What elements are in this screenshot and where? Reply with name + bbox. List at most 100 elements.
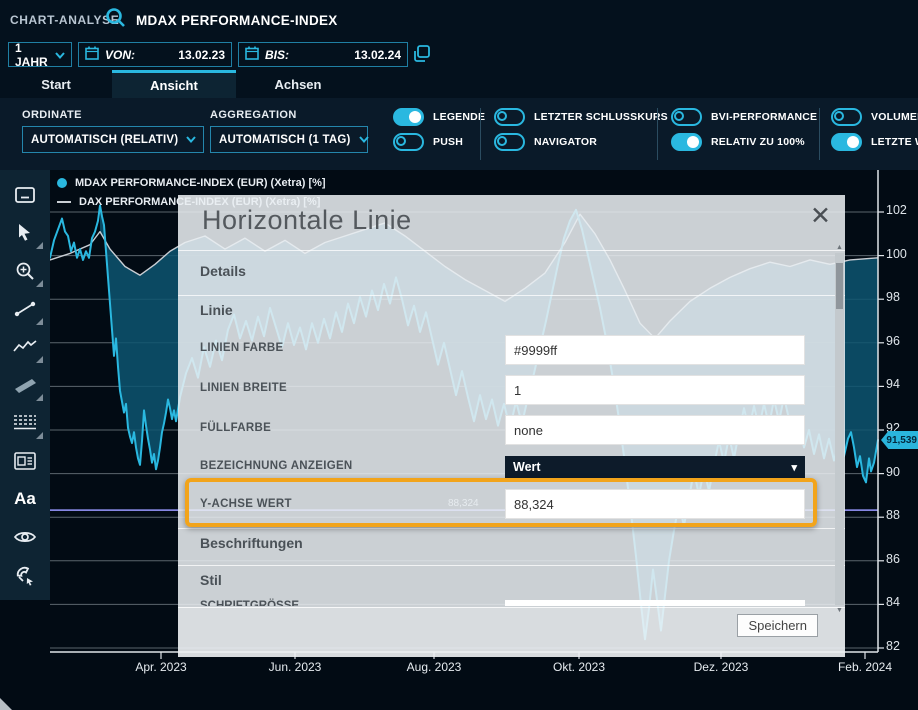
dialog-title: Horizontale Linie [202,205,412,236]
ordinate-select[interactable]: AUTOMATISCH (RELATIV) [22,126,204,153]
date-from-label: VON: [105,48,135,62]
search-bar[interactable]: MDAX PERFORMANCE-INDEX [104,6,338,35]
line-tool-icon[interactable] [5,290,45,328]
legend-item-mdax[interactable]: MDAX PERFORMANCE-INDEX (EUR) (Xetra) [%] [57,175,326,190]
toggle-label: PUSH [433,136,463,148]
toggle-switch[interactable] [831,108,862,126]
date-to-field[interactable]: BIS: 13.02.24 [238,42,408,67]
app-title: CHART-ANALYSE [10,13,119,27]
schriftgroesse-label: SCHRIFTGRÖSSE [200,600,299,606]
dialog-footer: Speichern [178,607,845,657]
dialog-scrollbar[interactable]: ▲ ▼ [835,253,844,605]
eye-tool-icon[interactable] [5,518,45,556]
toggle-letzter-schlusskurs[interactable]: LETZTER SCHLUSSKURS [494,108,668,126]
date-controls: 1 JAHR VON: 13.02.23 BIS: 13.02.24 [0,40,918,70]
channel-tool-icon[interactable] [5,366,45,404]
toggle-relativ-100[interactable]: RELATIV ZU 100% [671,133,817,151]
toggle-switch[interactable] [671,133,702,151]
search-icon [104,6,128,35]
highlight-outline [185,478,817,527]
bezeichnung-anzeigen-label: BEZEICHNUNG ANZEIGEN [200,460,353,472]
compare-copy-icon[interactable] [412,44,432,69]
toggle-label: RELATIV ZU 100% [711,136,805,148]
scroll-down-icon[interactable]: ▼ [835,607,844,614]
date-from-value: 13.02.23 [178,48,225,62]
toggle-switch[interactable] [494,133,525,151]
period-select[interactable]: 1 JAHR [8,42,72,67]
toggle-switch[interactable] [831,133,862,151]
aggregation-label: AGGREGATION [210,109,297,121]
toggle-bvi-performance[interactable]: BVI-PERFORMANCE [671,108,817,126]
tool-sidebar: Aa [0,170,50,600]
period-value: 1 JAHR [15,41,49,69]
last-value-badge: 91,539 [881,431,918,449]
tab-ansicht[interactable]: Ansicht [112,70,236,98]
toggle-switch[interactable] [494,108,525,126]
tab-bar: Start Ansicht Achsen [0,70,918,98]
date-to-value: 13.02.24 [354,48,401,62]
submenu-corner-icon [36,242,43,249]
scrollbar-thumb[interactable] [836,263,843,309]
divider [178,250,845,251]
toggle-label: LETZTER SCHLUSSKURS [534,111,668,123]
grid-tool-icon[interactable] [5,404,45,442]
toggle-label: NAVIGATOR [534,136,597,148]
submenu-corner-icon [36,280,43,287]
magnet-tool-icon[interactable] [5,556,45,594]
toggle-label: BVI-PERFORMANCE [711,111,817,123]
x-axis-label: Jun. 2023 [260,660,330,674]
divider [178,565,845,566]
scroll-up-icon[interactable]: ▲ [835,244,844,251]
collapse-panel-icon[interactable] [5,176,45,214]
bezeichnung-anzeigen-select[interactable]: Wert ▾ [505,456,805,478]
close-icon[interactable]: ✕ [810,201,831,231]
toggle-switch[interactable] [671,108,702,126]
toggle-switch[interactable] [393,133,424,151]
toolbar-separator [480,108,481,160]
mdax-series-dot-icon [57,178,67,188]
submenu-corner-icon [36,318,43,325]
toggle-volumen[interactable]: VOLUMEN (S [831,108,918,126]
toggle-label: VOLUMEN (S [871,111,918,123]
zoom-in-tool-icon[interactable] [5,252,45,290]
date-from-field[interactable]: VON: 13.02.23 [78,42,232,67]
tab-achsen[interactable]: Achsen [236,70,360,98]
toggle-navigator[interactable]: NAVIGATOR [494,133,668,151]
text-tool-icon[interactable]: Aa [5,480,45,518]
tab-start[interactable]: Start [0,70,112,98]
linien-farbe-label: LINIEN FARBE [200,342,283,354]
cursor-tool-icon[interactable] [5,214,45,252]
x-axis-label: Dez. 2023 [686,660,756,674]
horizontal-line-dialog: Horizontale Linie ✕ Details Linie LINIEN… [178,195,845,657]
y-axis-label: 98 [886,290,916,304]
save-button[interactable]: Speichern [737,614,818,637]
toggle-letzte-werte[interactable]: LETZTE WER [831,133,918,151]
legend-label: MDAX PERFORMANCE-INDEX (EUR) (Xetra) [%] [75,177,326,189]
news-tool-icon[interactable] [5,442,45,480]
fuellfarbe-input[interactable] [505,415,805,445]
linien-farbe-input[interactable] [505,335,805,365]
aggregation-select[interactable]: AUTOMATISCH (1 TAG) [210,126,368,153]
aggregation-value: AUTOMATISCH (1 TAG) [219,134,351,146]
toggle-legende[interactable]: LEGENDE [393,108,485,126]
zigzag-tool-icon[interactable] [5,328,45,366]
toggle-group-kurs: LETZTER SCHLUSSKURS NAVIGATOR [494,108,668,151]
section-details: Details [200,263,246,279]
submenu-corner-icon [36,432,43,439]
y-axis-label: 90 [886,465,916,479]
instrument-title[interactable]: MDAX PERFORMANCE-INDEX [136,13,338,28]
linien-breite-input[interactable] [505,375,805,405]
x-axis-label: Apr. 2023 [126,660,196,674]
submenu-corner-icon [36,394,43,401]
calendar-icon [245,46,259,63]
toggle-push[interactable]: PUSH [393,133,485,151]
fuellfarbe-label: FÜLLFARBE [200,422,271,434]
toggle-switch[interactable] [393,108,424,126]
dax-series-line-icon [57,201,71,203]
submenu-corner-icon [36,356,43,363]
divider [178,528,845,529]
schriftgroesse-input[interactable] [505,600,805,606]
x-axis-label: Feb. 2024 [830,660,900,674]
topbar: CHART-ANALYSE MDAX PERFORMANCE-INDEX [0,0,918,40]
x-axis-label: Aug. 2023 [399,660,469,674]
